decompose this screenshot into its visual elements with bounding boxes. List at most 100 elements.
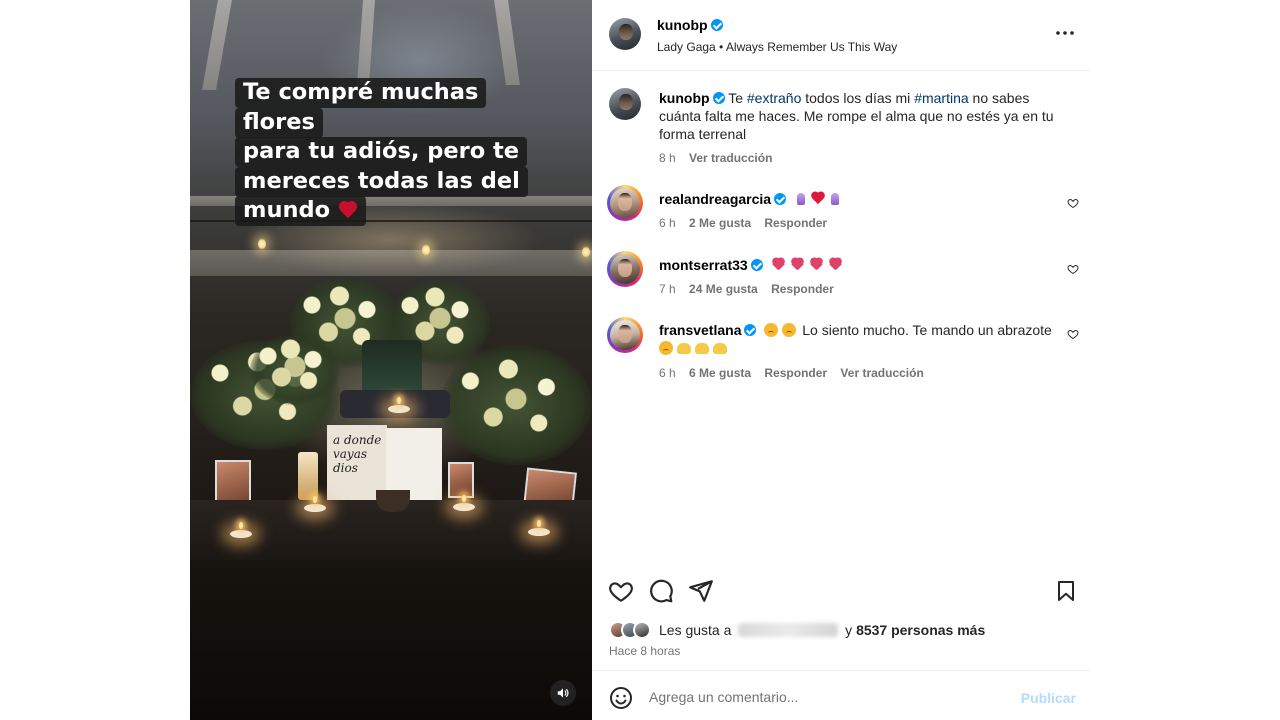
commenter-avatar[interactable]: [607, 185, 643, 221]
comment-input[interactable]: [649, 687, 1009, 707]
share-send-icon[interactable]: [688, 578, 714, 604]
verified-badge-icon: [750, 259, 763, 271]
caption-translate-link[interactable]: Ver traducción: [689, 151, 772, 165]
comment-body: Lo siento mucho. Te mando un abrazote: [802, 322, 1052, 338]
candle-flame: [397, 397, 401, 404]
likes-summary: Les gusta a y 8537 personas más: [609, 620, 985, 640]
tealight-candle: [388, 405, 410, 413]
comment-likes[interactable]: 6 Me gusta: [689, 366, 751, 380]
audio-track[interactable]: Lady Gaga • Always Remember Us This Way: [657, 40, 897, 54]
heart-outline-icon[interactable]: [1067, 328, 1079, 340]
commenter-username[interactable]: realandreagarcia: [659, 191, 771, 207]
tealight-candle: [230, 530, 252, 538]
publish-comment-button[interactable]: Publicar: [1021, 690, 1076, 706]
emoji-picker-icon[interactable]: [609, 686, 633, 710]
heart-outline-icon[interactable]: [1067, 197, 1079, 209]
commenter-username[interactable]: montserrat33: [659, 257, 748, 273]
comment-text: fransvetlana Lo siento mucho. Te mando u…: [659, 321, 1059, 357]
folded-hands-icon: [794, 192, 808, 206]
broken-heart-icon: [771, 258, 786, 271]
comment-reply-button[interactable]: Responder: [771, 282, 834, 296]
light-bulb: [582, 246, 590, 258]
speaker-icon: [557, 688, 569, 698]
caption-text-part: todos los días mi: [801, 90, 915, 106]
verified-badge-icon: [774, 193, 787, 205]
hashtag-link[interactable]: #martina: [914, 90, 968, 106]
commenter-username[interactable]: fransvetlana: [659, 322, 741, 338]
hashtag-link[interactable]: #extraño: [747, 90, 801, 106]
light-bulb: [422, 244, 430, 256]
post-details-panel: kunobp Lady Gaga • Always Remember Us Th…: [592, 0, 1090, 720]
heart-hands-icon: [713, 343, 727, 354]
candle-flame: [313, 496, 317, 503]
verified-badge-icon: [712, 92, 725, 104]
likes-prefix: Les gusta a: [659, 622, 732, 638]
blurred-username: [738, 623, 839, 637]
commenter-avatar[interactable]: [607, 317, 643, 353]
folded-hands-icon: [828, 192, 842, 206]
tealight-candle: [528, 528, 550, 536]
flower-bouquet: [250, 335, 340, 405]
like-heart-icon[interactable]: [608, 578, 634, 604]
likes-and: y: [845, 622, 853, 638]
light-bulb: [258, 238, 266, 250]
pleading-face-icon: [782, 323, 797, 337]
altar-cloth: [340, 390, 450, 418]
saint-candle: [298, 452, 318, 500]
red-heart-icon: [338, 201, 358, 219]
comment-likes[interactable]: 2 Me gusta: [689, 216, 751, 230]
altar-photo: [448, 462, 474, 498]
heart-outline-icon[interactable]: [1067, 263, 1079, 275]
verified-badge-icon: [744, 324, 757, 336]
pleading-face-icon: [764, 323, 779, 337]
caption-time: 8 h: [659, 151, 676, 165]
flower-bouquet: [440, 345, 592, 465]
comment-time: 6 h: [659, 216, 676, 230]
crying-face-icon: [659, 341, 673, 355]
verified-badge-icon: [710, 19, 723, 31]
candle-flame: [239, 522, 243, 529]
heart-hands-icon: [695, 343, 709, 354]
post-header: kunobp Lady Gaga • Always Remember Us Th…: [592, 0, 1090, 71]
caption-line-2: para tu adiós, pero te: [243, 138, 520, 164]
caption-line-1: Te compré muchas flores: [243, 79, 479, 135]
comment-reply-button[interactable]: Responder: [764, 216, 827, 230]
author-username[interactable]: kunobp: [657, 17, 708, 33]
caption-username[interactable]: kunobp: [659, 90, 710, 106]
tealight-candle: [304, 504, 326, 512]
more-options-button[interactable]: [1054, 26, 1076, 40]
caption-text: kunobp Te #extraño todos los días mi #ma…: [659, 89, 1054, 143]
more-horizontal-icon: [1056, 31, 1074, 35]
comment-bar: Publicar: [592, 670, 1090, 720]
candle-flame: [462, 495, 466, 502]
likes-count[interactable]: 8537 personas más: [856, 622, 985, 638]
red-heart-icon: [811, 192, 825, 205]
tealight-candle: [453, 503, 475, 511]
ceiling-beam: [190, 250, 592, 276]
caption-text-part: Te: [728, 90, 747, 106]
bookmark-icon[interactable]: [1054, 578, 1078, 604]
heart-hands-icon: [677, 343, 691, 354]
comment-reply-button[interactable]: Responder: [764, 366, 827, 380]
post-age: Hace 8 horas: [609, 644, 681, 658]
mute-toggle-button[interactable]: [550, 680, 576, 706]
comment-bubble-icon[interactable]: [648, 578, 674, 604]
commenter-avatar[interactable]: [607, 251, 643, 287]
caption-line-3: mereces todas las del: [243, 167, 520, 194]
liker-avatar[interactable]: [633, 621, 651, 639]
author-avatar[interactable]: [609, 18, 641, 50]
card-text: a donde vayas dios: [333, 433, 382, 475]
caption-avatar[interactable]: [609, 88, 641, 120]
ceiling-beam: [494, 0, 520, 85]
broken-heart-icon: [790, 258, 805, 271]
comment-likes[interactable]: 24 Me gusta: [689, 282, 758, 296]
broken-heart-icon: [809, 258, 824, 271]
comment-time: 7 h: [659, 282, 676, 296]
broken-heart-icon: [828, 258, 843, 271]
candle-flame: [537, 520, 541, 527]
comment-translate-link[interactable]: Ver traducción: [840, 366, 923, 380]
ceiling-beam: [357, 0, 375, 85]
comment-time: 6 h: [659, 366, 676, 380]
ceiling-beam: [202, 0, 232, 90]
video-caption-overlay: Te compré muchas flores para tu adiós, p…: [235, 78, 553, 226]
